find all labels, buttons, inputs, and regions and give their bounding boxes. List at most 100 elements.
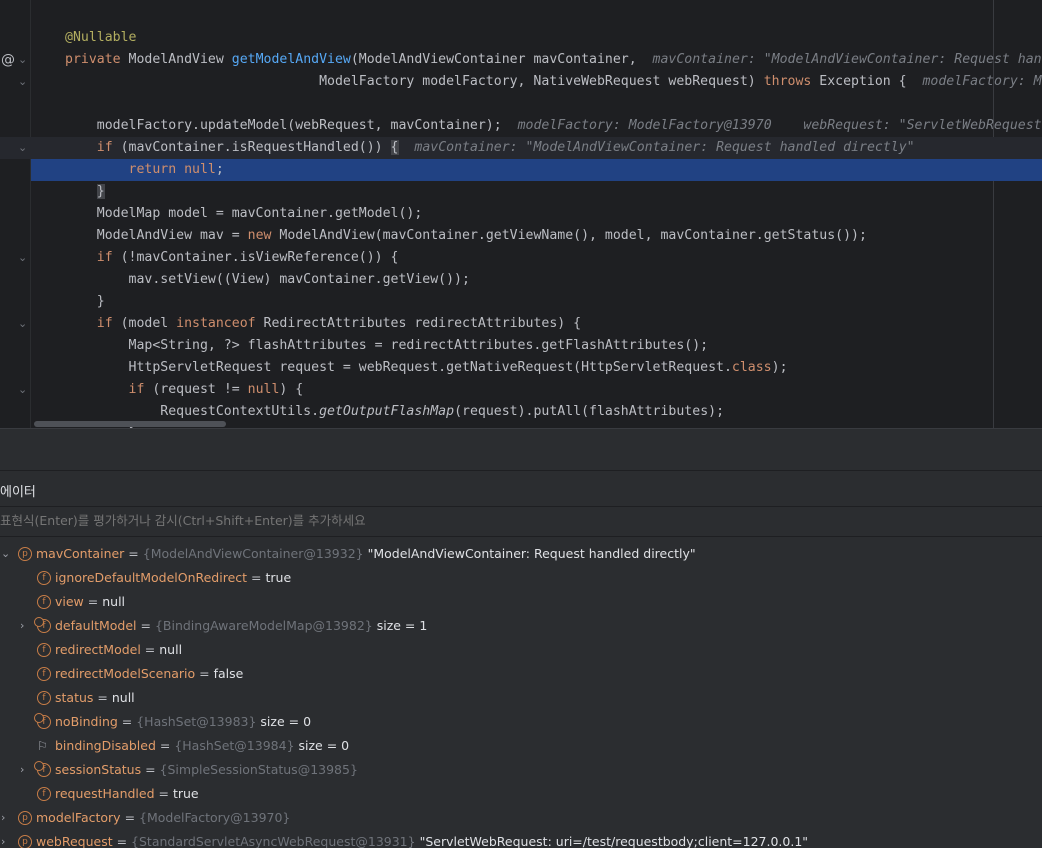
variable-text: redirectModelScenario = false [55,666,244,681]
variables-header: 에이터 [0,470,1042,507]
variable-row[interactable]: › f sessionStatus = {SimpleSessionStatus@1… [0,759,1042,783]
variable-text: mavContainer = {ModelAndViewContainer@13… [36,546,696,561]
variable-name: redirectModelScenario [55,666,196,681]
field-icon: f [37,643,51,657]
expand-chevron-icon[interactable]: › [1,807,13,829]
variable-text: requestHandled = true [55,786,199,801]
fold-marker-icon[interactable]: ⌄ [18,49,27,71]
code-line[interactable]: private ModelAndView getModelAndView(Mod… [0,49,1042,71]
code-line[interactable]: HttpServletRequest request = webRequest.… [0,357,1042,379]
field-icon: f [37,787,51,801]
variable-row[interactable]: f view = null [0,591,1042,615]
variable-row[interactable]: f status = null [0,687,1042,711]
code-line[interactable]: } [0,181,1042,203]
parameter-icon: p [18,811,32,825]
code-text: } [65,294,105,309]
code-line[interactable]: if (mavContainer.isRequestHandled()) { m… [0,137,1042,159]
variable-row[interactable]: f ignoreDefaultModelOnRedirect = true [0,567,1042,591]
variable-value: "ModelAndViewContainer: Request handled … [367,546,696,561]
field-icon: f [37,571,51,585]
variable-value: false [213,666,244,681]
horizontal-scrollbar[interactable] [34,421,226,427]
variables-tree[interactable]: ⌄ p mavContainer = {ModelAndViewContainer@… [0,543,1042,848]
variable-reference: {SimpleSessionStatus@13985} [159,762,358,777]
fold-marker-icon[interactable]: ⌄ [18,313,27,335]
code-text: @Nullable [65,30,137,45]
code-text: if (model instanceof RedirectAttributes … [96,316,582,331]
variable-text: webRequest = {StandardServletAsyncWebReq… [36,834,809,848]
variable-value: "ServletWebRequest: uri=/test/requestbod… [419,834,809,848]
variable-name: ignoreDefaultModelOnRedirect [55,570,248,585]
code-line[interactable]: } [0,291,1042,313]
code-line[interactable]: @Nullable [0,27,1042,49]
parameter-icon: p [18,835,32,848]
expand-chevron-icon[interactable]: › [20,759,32,781]
variable-text: ignoreDefaultModelOnRedirect = true [55,570,292,585]
variable-row[interactable]: › p modelFactory = {ModelFactory@13970} [0,807,1042,831]
fold-marker-icon[interactable]: ⌄ [18,137,27,159]
variable-text: redirectModel = null [55,642,183,657]
code-text: ModelFactory modelFactory, NativeWebRequ… [65,74,1042,89]
variable-name: redirectModel [55,642,141,657]
variable-row[interactable]: ⌄ p mavContainer = {ModelAndViewContainer@… [0,543,1042,567]
final-field-icon: ⚐ [37,739,48,753]
code-line[interactable]: Map<String, ?> flashAttributes = redirec… [0,335,1042,357]
override-marker-icon[interactable]: @ [1,49,15,71]
variable-text: noBinding = {HashSet@13983} size = 0 [55,714,312,729]
variable-row[interactable]: f redirectModelScenario = false [0,663,1042,687]
code-text: return null; [128,162,224,177]
code-text: } [96,184,105,199]
variable-row[interactable]: ⚐ bindingDisabled = {HashSet@13984} size … [0,735,1042,759]
variable-row[interactable]: › f defaultModel = {BindingAwareModelMap@1… [0,615,1042,639]
evaluate-expression-bar[interactable] [0,507,1042,537]
code-text: HttpServletRequest request = webRequest.… [65,360,788,375]
code-text: Map<String, ?> flashAttributes = redirec… [65,338,709,353]
code-text: mav.setView((View) mavContainer.getView(… [65,272,470,287]
variable-name: view [55,594,84,609]
evaluate-expression-input[interactable] [0,513,900,528]
variable-value: null [159,642,183,657]
fold-marker-icon[interactable]: ⌄ [18,379,27,401]
variable-name: mavContainer [36,546,125,561]
code-line[interactable]: modelFactory.updateModel(webRequest, mav… [0,115,1042,137]
execution-point-line[interactable]: return null; [31,159,1042,181]
field-icon: f [34,761,51,777]
field-icon: f [37,691,51,705]
variable-text: defaultModel = {BindingAwareModelMap@139… [55,618,428,633]
code-line[interactable]: ModelAndView mav = new ModelAndView(mavC… [0,225,1042,247]
variable-row[interactable]: f noBinding = {HashSet@13983} size = 0 [0,711,1042,735]
code-line[interactable]: if (!mavContainer.isViewReference()) { [0,247,1042,269]
code-line[interactable]: if (request != null) { [0,379,1042,401]
code-line[interactable]: mav.setView((View) mavContainer.getView(… [0,269,1042,291]
code-text: if (mavContainer.isRequestHandled()) { m… [96,140,915,155]
field-icon: f [34,713,51,729]
variable-value: null [102,594,126,609]
fold-marker-icon[interactable]: ⌄ [18,71,27,93]
variable-reference: {BindingAwareModelMap@13982} [154,618,377,633]
code-line[interactable]: ModelMap model = mavContainer.getModel()… [0,203,1042,225]
debugger-toolbar-area [0,428,1042,470]
collapse-chevron-icon[interactable]: ⌄ [1,543,13,565]
code-editor[interactable]: @Nullable private ModelAndView getModelAn… [0,0,1042,428]
variable-name: webRequest [36,834,113,848]
variable-value: size = 0 [298,738,350,753]
code-line[interactable]: ModelFactory modelFactory, NativeWebRequ… [0,71,1042,93]
expand-chevron-icon[interactable]: › [1,831,13,848]
variable-name: modelFactory [36,810,121,825]
code-line[interactable] [0,93,1042,115]
fold-marker-icon[interactable]: ⌄ [18,247,27,269]
expand-chevron-icon[interactable]: › [20,615,32,637]
field-icon: f [34,617,51,633]
variable-row[interactable]: f requestHandled = true [0,783,1042,807]
variable-row[interactable]: f redirectModel = null [0,639,1042,663]
code-line[interactable]: RequestContextUtils.getOutputFlashMap(re… [0,401,1042,423]
variable-row[interactable]: › p webRequest = {StandardServletAsyncWebR… [0,831,1042,848]
code-line[interactable]: if (model instanceof RedirectAttributes … [0,313,1042,335]
variable-name: bindingDisabled [55,738,156,753]
variable-text: bindingDisabled = {HashSet@13984} size =… [55,738,350,753]
code-text: if (request != null) { [128,382,304,397]
code-text: ModelAndView mav = new ModelAndView(mavC… [65,228,867,243]
variable-name: sessionStatus [55,762,142,777]
variables-title: 에이터 [0,485,36,500]
code-text: private ModelAndView getModelAndView(Mod… [65,52,1042,67]
